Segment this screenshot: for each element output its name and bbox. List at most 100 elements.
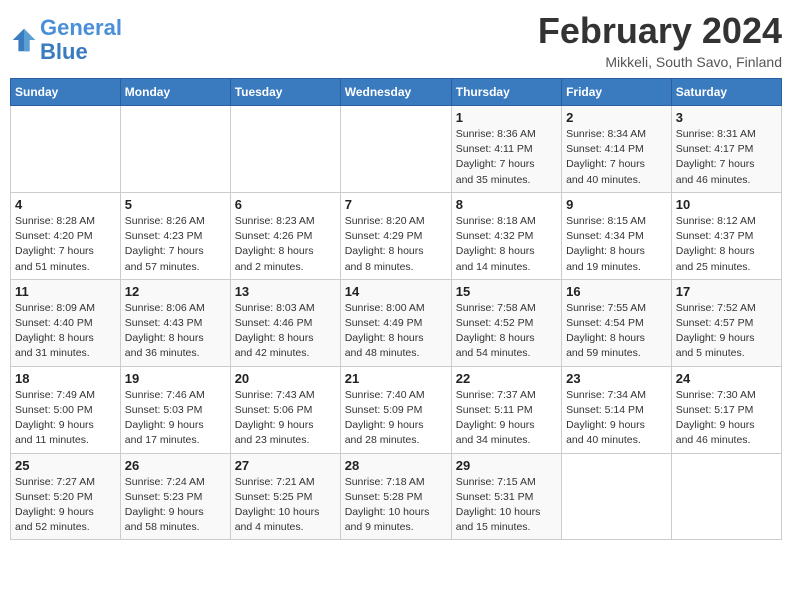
day-number: 17 xyxy=(676,284,777,299)
logo-line2: Blue xyxy=(40,39,88,64)
day-number: 16 xyxy=(566,284,667,299)
day-number: 28 xyxy=(345,458,447,473)
day-cell: 22 Sunrise: 7:37 AM Sunset: 5:11 PM Dayli… xyxy=(451,366,561,453)
day-info: Sunrise: 8:18 AM Sunset: 4:32 PM Dayligh… xyxy=(456,214,557,275)
day-number: 1 xyxy=(456,110,557,125)
day-number: 5 xyxy=(125,197,226,212)
day-cell: 20 Sunrise: 7:43 AM Sunset: 5:06 PM Dayli… xyxy=(230,366,340,453)
day-number: 12 xyxy=(125,284,226,299)
day-cell xyxy=(230,106,340,193)
day-number: 27 xyxy=(235,458,336,473)
day-info: Sunrise: 7:37 AM Sunset: 5:11 PM Dayligh… xyxy=(456,388,557,449)
day-number: 26 xyxy=(125,458,226,473)
day-cell: 26 Sunrise: 7:24 AM Sunset: 5:23 PM Dayli… xyxy=(120,453,230,540)
day-cell: 24 Sunrise: 7:30 AM Sunset: 5:17 PM Dayli… xyxy=(671,366,781,453)
day-cell: 2 Sunrise: 8:34 AM Sunset: 4:14 PM Daylig… xyxy=(562,106,672,193)
day-cell: 13 Sunrise: 8:03 AM Sunset: 4:46 PM Dayli… xyxy=(230,279,340,366)
day-info: Sunrise: 8:23 AM Sunset: 4:26 PM Dayligh… xyxy=(235,214,336,275)
day-info: Sunrise: 8:36 AM Sunset: 4:11 PM Dayligh… xyxy=(456,127,557,188)
day-info: Sunrise: 8:15 AM Sunset: 4:34 PM Dayligh… xyxy=(566,214,667,275)
day-cell: 15 Sunrise: 7:58 AM Sunset: 4:52 PM Dayli… xyxy=(451,279,561,366)
day-info: Sunrise: 7:40 AM Sunset: 5:09 PM Dayligh… xyxy=(345,388,447,449)
header-saturday: Saturday xyxy=(671,79,781,106)
title-area: February 2024 Mikkeli, South Savo, Finla… xyxy=(538,10,782,70)
day-info: Sunrise: 8:28 AM Sunset: 4:20 PM Dayligh… xyxy=(15,214,116,275)
location-title: Mikkeli, South Savo, Finland xyxy=(538,54,782,70)
day-number: 24 xyxy=(676,371,777,386)
day-number: 2 xyxy=(566,110,667,125)
day-info: Sunrise: 7:58 AM Sunset: 4:52 PM Dayligh… xyxy=(456,301,557,362)
day-info: Sunrise: 8:06 AM Sunset: 4:43 PM Dayligh… xyxy=(125,301,226,362)
day-cell: 9 Sunrise: 8:15 AM Sunset: 4:34 PM Daylig… xyxy=(562,192,672,279)
day-info: Sunrise: 7:27 AM Sunset: 5:20 PM Dayligh… xyxy=(15,475,116,536)
header-wednesday: Wednesday xyxy=(340,79,451,106)
day-cell: 23Sunrise: 7:34 AM Sunset: 5:14 PM Dayli… xyxy=(562,366,672,453)
header-friday: Friday xyxy=(562,79,672,106)
day-cell: 5Sunrise: 8:26 AM Sunset: 4:23 PM Daylig… xyxy=(120,192,230,279)
day-info: Sunrise: 7:55 AM Sunset: 4:54 PM Dayligh… xyxy=(566,301,667,362)
day-number: 20 xyxy=(235,371,336,386)
day-number: 4 xyxy=(15,197,116,212)
day-info: Sunrise: 8:34 AM Sunset: 4:14 PM Dayligh… xyxy=(566,127,667,188)
day-number: 7 xyxy=(345,197,447,212)
day-number: 9 xyxy=(566,197,667,212)
month-title: February 2024 xyxy=(538,10,782,52)
day-number: 10 xyxy=(676,197,777,212)
day-cell xyxy=(120,106,230,193)
day-number: 8 xyxy=(456,197,557,212)
day-number: 14 xyxy=(345,284,447,299)
day-cell: 28 Sunrise: 7:18 AM Sunset: 5:28 PM Dayli… xyxy=(340,453,451,540)
day-info: Sunrise: 7:30 AM Sunset: 5:17 PM Dayligh… xyxy=(676,388,777,449)
day-cell: 11Sunrise: 8:09 AM Sunset: 4:40 PM Dayli… xyxy=(11,279,121,366)
day-info: Sunrise: 7:15 AM Sunset: 5:31 PM Dayligh… xyxy=(456,475,557,536)
header-sunday: Sunday xyxy=(11,79,121,106)
day-cell: 19 Sunrise: 7:46 AM Sunset: 5:03 PM Dayli… xyxy=(120,366,230,453)
day-number: 19 xyxy=(125,371,226,386)
day-cell: 12 Sunrise: 8:06 AM Sunset: 4:43 PM Dayli… xyxy=(120,279,230,366)
header-monday: Monday xyxy=(120,79,230,106)
day-info: Sunrise: 7:49 AM Sunset: 5:00 PM Dayligh… xyxy=(15,388,116,449)
day-info: Sunrise: 7:34 AM Sunset: 5:14 PM Dayligh… xyxy=(566,388,667,449)
day-info: Sunrise: 8:12 AM Sunset: 4:37 PM Dayligh… xyxy=(676,214,777,275)
day-cell xyxy=(340,106,451,193)
day-number: 29 xyxy=(456,458,557,473)
header-tuesday: Tuesday xyxy=(230,79,340,106)
day-cell: 27 Sunrise: 7:21 AM Sunset: 5:25 PM Dayli… xyxy=(230,453,340,540)
day-cell: 14 Sunrise: 8:00 AM Sunset: 4:49 PM Dayli… xyxy=(340,279,451,366)
day-info: Sunrise: 7:18 AM Sunset: 5:28 PM Dayligh… xyxy=(345,475,447,536)
week-row-4: 25Sunrise: 7:27 AM Sunset: 5:20 PM Dayli… xyxy=(11,453,782,540)
day-number: 22 xyxy=(456,371,557,386)
day-cell: 10 Sunrise: 8:12 AM Sunset: 4:37 PM Dayli… xyxy=(671,192,781,279)
logo-text: General Blue xyxy=(40,16,122,64)
day-info: Sunrise: 8:03 AM Sunset: 4:46 PM Dayligh… xyxy=(235,301,336,362)
day-info: Sunrise: 7:21 AM Sunset: 5:25 PM Dayligh… xyxy=(235,475,336,536)
calendar-table: SundayMondayTuesdayWednesdayThursdayFrid… xyxy=(10,78,782,540)
day-number: 21 xyxy=(345,371,447,386)
day-cell: 7Sunrise: 8:20 AM Sunset: 4:29 PM Daylig… xyxy=(340,192,451,279)
calendar-header-row: SundayMondayTuesdayWednesdayThursdayFrid… xyxy=(11,79,782,106)
logo-icon xyxy=(10,26,38,54)
day-cell xyxy=(671,453,781,540)
day-cell xyxy=(562,453,672,540)
day-cell: 1 Sunrise: 8:36 AM Sunset: 4:11 PM Daylig… xyxy=(451,106,561,193)
day-info: Sunrise: 7:46 AM Sunset: 5:03 PM Dayligh… xyxy=(125,388,226,449)
day-info: Sunrise: 7:24 AM Sunset: 5:23 PM Dayligh… xyxy=(125,475,226,536)
day-number: 15 xyxy=(456,284,557,299)
day-cell xyxy=(11,106,121,193)
header: General Blue February 2024 Mikkeli, Sout… xyxy=(10,10,782,70)
day-cell: 4 Sunrise: 8:28 AM Sunset: 4:20 PM Daylig… xyxy=(11,192,121,279)
day-cell: 25Sunrise: 7:27 AM Sunset: 5:20 PM Dayli… xyxy=(11,453,121,540)
week-row-2: 11Sunrise: 8:09 AM Sunset: 4:40 PM Dayli… xyxy=(11,279,782,366)
day-cell: 3Sunrise: 8:31 AM Sunset: 4:17 PM Daylig… xyxy=(671,106,781,193)
day-number: 6 xyxy=(235,197,336,212)
day-cell: 16 Sunrise: 7:55 AM Sunset: 4:54 PM Dayli… xyxy=(562,279,672,366)
day-info: Sunrise: 7:52 AM Sunset: 4:57 PM Dayligh… xyxy=(676,301,777,362)
day-info: Sunrise: 8:31 AM Sunset: 4:17 PM Dayligh… xyxy=(676,127,777,188)
day-number: 18 xyxy=(15,371,116,386)
day-info: Sunrise: 8:00 AM Sunset: 4:49 PM Dayligh… xyxy=(345,301,447,362)
day-info: Sunrise: 7:43 AM Sunset: 5:06 PM Dayligh… xyxy=(235,388,336,449)
week-row-0: 1 Sunrise: 8:36 AM Sunset: 4:11 PM Daylig… xyxy=(11,106,782,193)
day-number: 13 xyxy=(235,284,336,299)
day-cell: 18 Sunrise: 7:49 AM Sunset: 5:00 PM Dayli… xyxy=(11,366,121,453)
week-row-3: 18 Sunrise: 7:49 AM Sunset: 5:00 PM Dayli… xyxy=(11,366,782,453)
